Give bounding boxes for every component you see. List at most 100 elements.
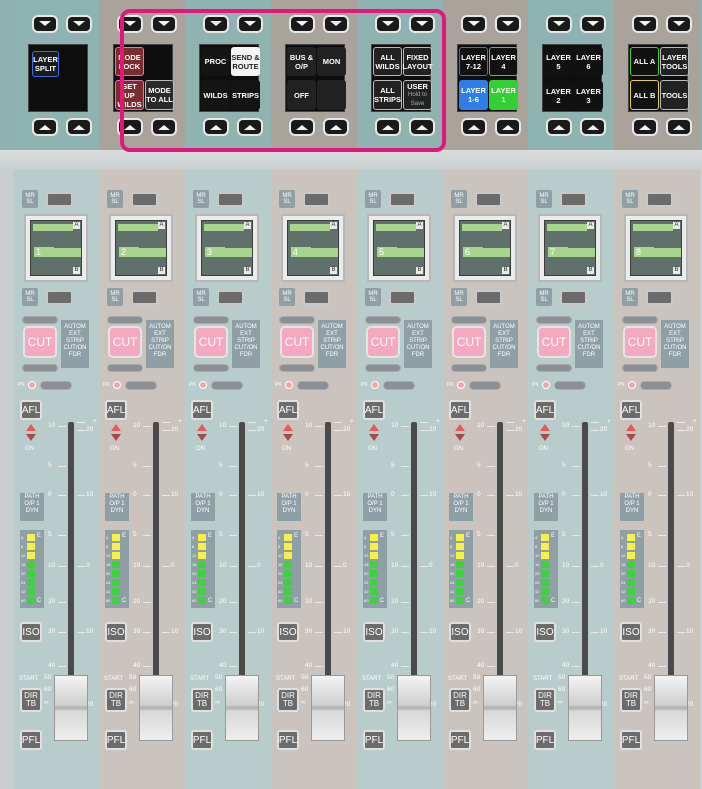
softkey-up-button[interactable] — [580, 118, 606, 136]
pfl-button[interactable]: PFL — [20, 730, 42, 750]
mr-sl-button[interactable] — [475, 192, 502, 207]
softkey-up-button[interactable] — [203, 118, 229, 136]
afl-button[interactable]: AFL — [449, 400, 471, 420]
up-arrow-icon[interactable] — [369, 424, 379, 431]
softkey-down-button[interactable] — [632, 15, 658, 33]
softkey-mon[interactable]: MON — [317, 47, 346, 76]
softkey-layer-split[interactable]: LAYER SPLIT — [32, 51, 59, 77]
softkey-layer-1-6[interactable]: LAYER 1-6 — [459, 80, 488, 110]
up-arrow-icon[interactable] — [283, 424, 293, 431]
softkey-down-button[interactable] — [666, 15, 692, 33]
down-arrow-icon[interactable] — [369, 434, 379, 441]
iso-button[interactable]: ISO — [534, 622, 556, 642]
dir-tb-button[interactable]: DIR TB — [620, 688, 642, 712]
mr-sl-button[interactable] — [303, 192, 330, 207]
mr-sl-button[interactable] — [389, 192, 416, 207]
afl-button[interactable]: AFL — [20, 400, 42, 420]
softkey-up-button[interactable] — [632, 118, 658, 136]
mr-sl-button[interactable] — [646, 192, 673, 207]
up-arrow-icon[interactable] — [540, 424, 550, 431]
softkey-all-strips[interactable]: ALL STRIPS — [373, 80, 402, 110]
softkey-up-button[interactable] — [289, 118, 315, 136]
cut-button[interactable]: CUT — [537, 326, 571, 358]
softkey-down-button[interactable] — [495, 15, 521, 33]
softkey-down-button[interactable] — [66, 15, 92, 33]
pfl-button[interactable]: PFL — [277, 730, 299, 750]
mr-sl-button[interactable] — [560, 192, 587, 207]
dir-tb-button[interactable]: DIR TB — [105, 688, 127, 712]
mr-sl-button[interactable] — [475, 290, 502, 305]
afl-button[interactable]: AFL — [620, 400, 642, 420]
pfl-button[interactable]: PFL — [449, 730, 471, 750]
mr-sl-button[interactable] — [389, 290, 416, 305]
up-arrow-icon[interactable] — [626, 424, 636, 431]
softkey-down-button[interactable] — [117, 15, 143, 33]
down-arrow-icon[interactable] — [626, 434, 636, 441]
pfl-button[interactable]: PFL — [534, 730, 556, 750]
softkey-layer-3[interactable]: LAYER 3 — [574, 81, 603, 110]
afl-button[interactable]: AFL — [534, 400, 556, 420]
pfl-button[interactable]: PFL — [105, 730, 127, 750]
softkey-down-button[interactable] — [409, 15, 435, 33]
softkey-up-button[interactable] — [32, 118, 58, 136]
up-arrow-icon[interactable] — [197, 424, 207, 431]
dir-tb-button[interactable]: DIR TB — [191, 688, 213, 712]
mr-sl-button[interactable] — [217, 192, 244, 207]
mr-sl-button[interactable] — [131, 290, 158, 305]
softkey-down-button[interactable] — [375, 15, 401, 33]
softkey-all-a[interactable]: ALL A — [630, 47, 659, 76]
iso-button[interactable]: ISO — [449, 622, 471, 642]
softkey-setup-wilds[interactable]: SET UP WILDS — [115, 80, 144, 110]
fader-knob[interactable] — [568, 675, 602, 741]
afl-button[interactable]: AFL — [363, 400, 385, 420]
softkey-down-button[interactable] — [289, 15, 315, 33]
mr-sl-button[interactable] — [303, 290, 330, 305]
softkey-up-button[interactable] — [237, 118, 263, 136]
down-arrow-icon[interactable] — [540, 434, 550, 441]
down-arrow-icon[interactable] — [455, 434, 465, 441]
fader-knob[interactable] — [654, 675, 688, 741]
iso-button[interactable]: ISO — [277, 622, 299, 642]
iso-button[interactable]: ISO — [363, 622, 385, 642]
afl-button[interactable]: AFL — [191, 400, 213, 420]
softkey-up-button[interactable] — [666, 118, 692, 136]
down-arrow-icon[interactable] — [111, 434, 121, 441]
fader-knob[interactable] — [139, 675, 173, 741]
softkey-layer-2[interactable]: LAYER 2 — [544, 81, 573, 110]
down-arrow-icon[interactable] — [283, 434, 293, 441]
softkey-layer-1[interactable]: LAYER 1 — [489, 80, 518, 110]
mr-sl-button[interactable] — [560, 290, 587, 305]
dir-tb-button[interactable]: DIR TB — [20, 688, 42, 712]
softkey-down-button[interactable] — [32, 15, 58, 33]
iso-button[interactable]: ISO — [105, 622, 127, 642]
softkey-off[interactable]: OFF — [287, 80, 316, 110]
cut-button[interactable]: CUT — [452, 326, 486, 358]
softkey-bus-op[interactable]: BUS & O/P — [287, 47, 316, 76]
pfl-button[interactable]: PFL — [191, 730, 213, 750]
dir-tb-button[interactable]: DIR TB — [449, 688, 471, 712]
up-arrow-icon[interactable] — [455, 424, 465, 431]
softkey-up-button[interactable] — [117, 118, 143, 136]
softkey-down-button[interactable] — [237, 15, 263, 33]
up-arrow-icon[interactable] — [26, 424, 36, 431]
softkey-down-button[interactable] — [203, 15, 229, 33]
pfl-button[interactable]: PFL — [620, 730, 642, 750]
down-arrow-icon[interactable] — [26, 434, 36, 441]
afl-button[interactable]: AFL — [105, 400, 127, 420]
cut-button[interactable]: CUT — [194, 326, 228, 358]
mr-sl-button[interactable] — [46, 192, 73, 207]
softkey-wilds[interactable]: WILDS — [201, 80, 230, 110]
iso-button[interactable]: ISO — [191, 622, 213, 642]
softkey-up-button[interactable] — [546, 118, 572, 136]
cut-button[interactable]: CUT — [623, 326, 657, 358]
softkey-send-route[interactable]: SEND & ROUTE — [231, 47, 260, 76]
softkey-up-button[interactable] — [495, 118, 521, 136]
softkey-layer-tools[interactable]: LAYER TOOLS — [660, 47, 689, 76]
cut-button[interactable]: CUT — [108, 326, 142, 358]
softkey-up-button[interactable] — [151, 118, 177, 136]
dir-tb-button[interactable]: DIR TB — [277, 688, 299, 712]
softkey-down-button[interactable] — [323, 15, 349, 33]
cut-button[interactable]: CUT — [23, 326, 57, 358]
fader-knob[interactable] — [397, 675, 431, 741]
softkey-proc[interactable]: PROC — [201, 47, 230, 76]
